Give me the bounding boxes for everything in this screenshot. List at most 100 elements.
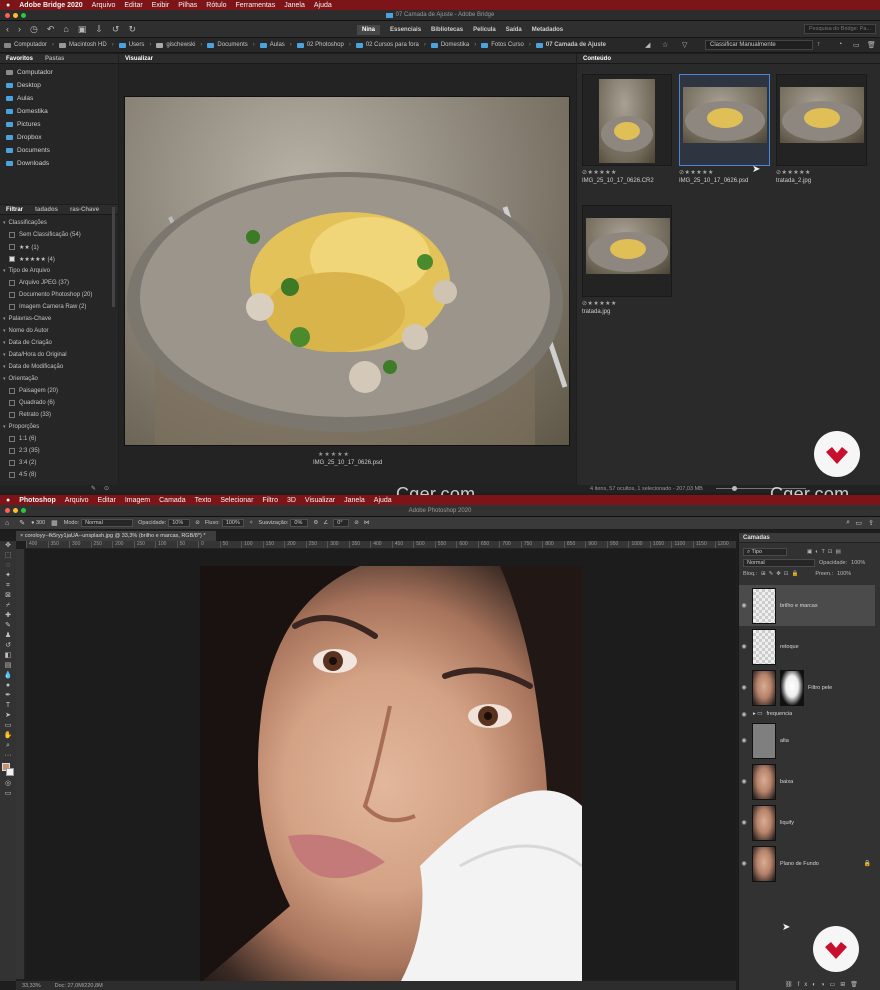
new-folder-icon[interactable]: ▭ xyxy=(853,41,860,49)
menu-ajuda[interactable]: Ajuda xyxy=(314,2,332,9)
filter-option[interactable]: Quadrado (6) xyxy=(0,397,118,409)
menu-janela[interactable]: Janela xyxy=(344,497,365,504)
frame-tool-icon[interactable]: ⊠ xyxy=(0,591,16,601)
document-tab[interactable]: × coroloyy--fk5ryy1jaUA--unsplash.jpg @ … xyxy=(16,531,216,541)
camera-icon[interactable]: ⌂ xyxy=(63,24,68,34)
filter-checkbox[interactable] xyxy=(9,304,15,310)
apple-icon[interactable]: ● xyxy=(6,497,10,504)
refine-icon[interactable]: ▣ xyxy=(78,24,87,35)
recent-icon[interactable]: ◷ xyxy=(30,24,38,35)
search-icon[interactable]: ⌕ xyxy=(846,519,850,527)
layer-name[interactable]: Plano de Fundo xyxy=(780,861,819,867)
menu-imagem[interactable]: Imagem xyxy=(125,497,150,504)
layer-name[interactable]: alta xyxy=(780,738,789,744)
thumbnail-item-selected[interactable] xyxy=(679,74,770,166)
layer-row[interactable]: ◉ baixa xyxy=(739,761,875,802)
smoothing-options-icon[interactable]: ⚙ xyxy=(313,520,318,526)
zoom-window-button[interactable] xyxy=(21,508,26,513)
minimize-window-button[interactable] xyxy=(13,508,18,513)
hand-tool-icon[interactable]: ✋ xyxy=(0,731,16,741)
filter-checkbox[interactable] xyxy=(9,292,15,298)
eye-icon[interactable]: ◉ xyxy=(739,602,749,609)
filter-option[interactable]: 1:1 (6) xyxy=(0,433,118,445)
workspace-icon[interactable]: ▭ xyxy=(855,519,862,527)
favorite-item[interactable]: Computador xyxy=(0,66,118,79)
filter-option[interactable]: Imagem Camera Raw (2) xyxy=(0,301,118,313)
menu-texto[interactable]: Texto xyxy=(195,497,212,504)
thumbnail-item[interactable] xyxy=(776,74,867,166)
back-icon[interactable]: ‹ xyxy=(6,24,9,34)
favorite-item[interactable]: Pictures xyxy=(0,118,118,131)
filter-option[interactable]: ★★ (1) xyxy=(0,241,118,253)
workspace-pelicula[interactable]: Película xyxy=(473,27,496,33)
opacity-input[interactable]: 10% xyxy=(168,519,191,527)
filter-option[interactable]: Paisagem (20) xyxy=(0,385,118,397)
tab-metadados[interactable]: tadados xyxy=(29,207,64,213)
healing-tool-icon[interactable]: ✚ xyxy=(0,611,16,621)
lasso-tool-icon[interactable]: ◌ xyxy=(0,561,16,571)
forward-icon[interactable]: › xyxy=(18,24,21,34)
eyedropper-tool-icon[interactable]: ⌿ xyxy=(0,601,16,611)
filter-category[interactable]: ▾ Data de Criação xyxy=(0,337,118,349)
filter-category[interactable]: ▾ Tipo de Arquivo xyxy=(0,265,118,277)
history-brush-tool-icon[interactable]: ↺ xyxy=(0,641,16,651)
menu-editar[interactable]: Editar xyxy=(98,497,116,504)
filter-option[interactable]: 4:5 (8) xyxy=(0,469,118,481)
breadcrumb-current[interactable]: 07 Camada de Ajuste xyxy=(535,42,606,48)
layer-name[interactable]: baixa xyxy=(780,779,793,785)
type-tool-icon[interactable]: T xyxy=(0,701,16,711)
minimize-window-button[interactable] xyxy=(13,13,18,18)
thumbnail-item[interactable] xyxy=(582,74,672,166)
filter-category[interactable]: ▾ Proporções xyxy=(0,421,118,433)
breadcrumb-item[interactable]: 02 Photoshop › xyxy=(296,42,351,48)
angle-input[interactable]: 0° xyxy=(333,519,350,527)
brush-tool-icon[interactable]: ✎ xyxy=(0,621,16,631)
favorite-item[interactable]: Aulas xyxy=(0,92,118,105)
thumbnail-rating[interactable]: ⊘★★★★★ xyxy=(679,169,714,176)
share-icon[interactable]: ⇪ xyxy=(868,519,874,527)
star-filter-icon[interactable]: ☆ xyxy=(662,41,668,49)
favorite-item[interactable]: Desktop xyxy=(0,79,118,92)
menu-camada[interactable]: Camada xyxy=(159,497,185,504)
menu-arquivo[interactable]: Arquivo xyxy=(92,2,116,9)
breadcrumb-item[interactable]: Macintosh HD › xyxy=(59,42,114,48)
document-size[interactable]: Doc: 27,0M/220,8M xyxy=(55,983,103,989)
smoothing-input[interactable]: 0% xyxy=(290,519,309,527)
gradient-tool-icon[interactable]: ▤ xyxy=(0,661,16,671)
brush-size-preset[interactable]: ● 300 xyxy=(31,520,45,526)
brush-settings-icon[interactable]: ▦ xyxy=(51,519,58,527)
filter-checkbox[interactable] xyxy=(9,244,15,250)
thumbnail-item[interactable] xyxy=(582,205,672,297)
layer-name[interactable]: frequencia xyxy=(767,711,793,717)
breadcrumb-item[interactable]: Documents › xyxy=(207,42,255,48)
dodge-tool-icon[interactable]: ● xyxy=(0,681,16,691)
filter-category[interactable]: ▾ Orientação xyxy=(0,373,118,385)
menu-exibir[interactable]: Exibir xyxy=(152,2,170,9)
filter-checkbox[interactable] xyxy=(9,448,15,454)
portrait-canvas-image[interactable] xyxy=(200,566,582,983)
menu-selecionar[interactable]: Selecionar xyxy=(220,497,253,504)
close-window-button[interactable] xyxy=(5,508,10,513)
filter-checkbox[interactable] xyxy=(9,436,15,442)
layer-kind-select[interactable]: ⌕ Tipo xyxy=(743,547,787,556)
breadcrumb-item[interactable]: gischewski › xyxy=(156,42,202,48)
bridge-app-menu[interactable]: Adobe Bridge 2020 xyxy=(19,2,82,9)
flow-input[interactable]: 100% xyxy=(221,519,244,527)
zoom-tool-icon[interactable]: ⌕ xyxy=(0,741,16,751)
filter-category[interactable]: ▾ Palavras-Chave xyxy=(0,313,118,325)
sort-select[interactable]: Classificar Manualmente xyxy=(705,40,813,50)
fill-value[interactable]: 100% xyxy=(837,571,851,577)
filter-option[interactable]: Arquivo JPEG (37) xyxy=(0,277,118,289)
tab-conteudo[interactable]: Conteúdo xyxy=(577,56,617,62)
zoom-window-button[interactable] xyxy=(21,13,26,18)
layer-row[interactable]: ◉ alta xyxy=(739,720,875,761)
symmetry-icon[interactable]: ⋈ xyxy=(364,520,370,526)
favorite-item[interactable]: Domestika xyxy=(0,105,118,118)
filter-checkbox[interactable] xyxy=(9,460,15,466)
workspace-nina[interactable]: Nina xyxy=(357,24,381,35)
marquee-tool-icon[interactable]: ⬚ xyxy=(0,551,16,561)
filter-option[interactable]: Documento Photoshop (20) xyxy=(0,289,118,301)
menu-rotulo[interactable]: Rótulo xyxy=(206,2,226,9)
layer-name[interactable]: liquify xyxy=(780,820,794,826)
tab-favoritos[interactable]: Favoritos xyxy=(0,56,39,62)
